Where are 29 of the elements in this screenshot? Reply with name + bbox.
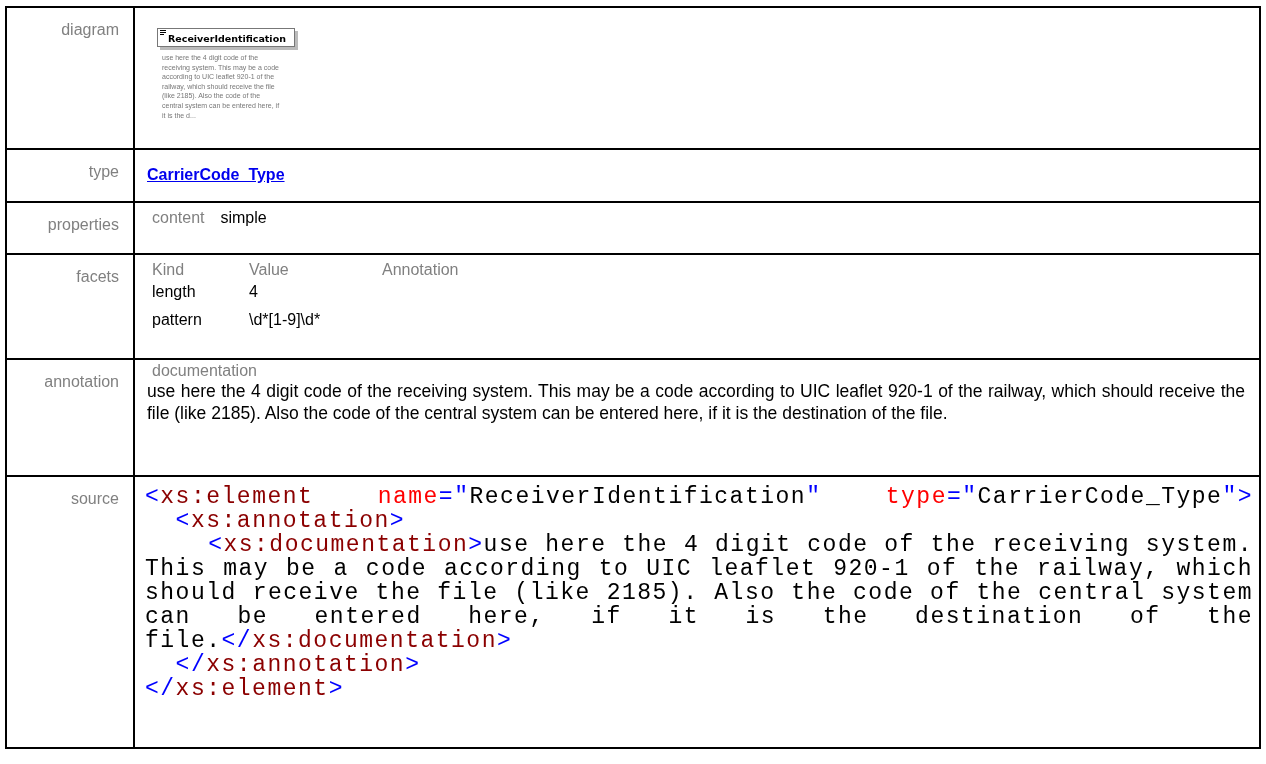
row-label: annotation	[7, 360, 135, 475]
code-line: <xs:documentation>use here the 4 digit code of the receiving system.	[207, 533, 1253, 557]
row-label: facets	[7, 255, 135, 358]
facet-kind: pattern	[152, 311, 203, 329]
code-line: This may be a code according to UIC leaflet 920-1 of the railway, which	[145, 557, 1253, 581]
code-line: file.</xs:documentation>	[145, 629, 513, 653]
documentation-text: use here the 4 digit code of the receiving system. This may be a code according to UIC leaflet 920-1 of the railway, which should receive the file (like 2185). Also the code of the central system can be entered here, if it is the destination of the file.	[147, 380, 1245, 424]
column-header: Annotation	[382, 261, 459, 279]
row-label: source	[7, 477, 135, 747]
element-box: ReceiverIdentification	[157, 28, 295, 47]
row-label: properties	[7, 203, 135, 253]
type-link[interactable]: CarrierCode_Type	[147, 166, 285, 183]
documentation-icon	[160, 30, 166, 36]
row-label: type	[7, 150, 135, 201]
property-value: simple	[220, 209, 267, 227]
code-line: should receive the file (like 2185). Also the code of the central system	[145, 581, 1253, 605]
code-line: </xs:element>	[145, 677, 344, 701]
facet-value: \d*[1-9]\d*	[249, 311, 322, 329]
annotation-heading: documentation	[151, 362, 258, 380]
property-name: content	[152, 209, 205, 227]
facet-value: 4	[249, 283, 259, 301]
column-header: Kind	[152, 261, 186, 279]
facet-kind: length	[152, 283, 197, 301]
code-line: <xs:annotation>	[174, 509, 406, 533]
code-line: <xs:element name="ReceiverIdentification" type="CarrierCode_Type">	[145, 485, 1253, 509]
row-label: diagram	[7, 8, 135, 148]
code-line: can be entered here, if it is the destination of the	[145, 605, 1253, 629]
column-header: Value	[249, 261, 290, 279]
code-line: </xs:annotation>	[174, 653, 421, 677]
